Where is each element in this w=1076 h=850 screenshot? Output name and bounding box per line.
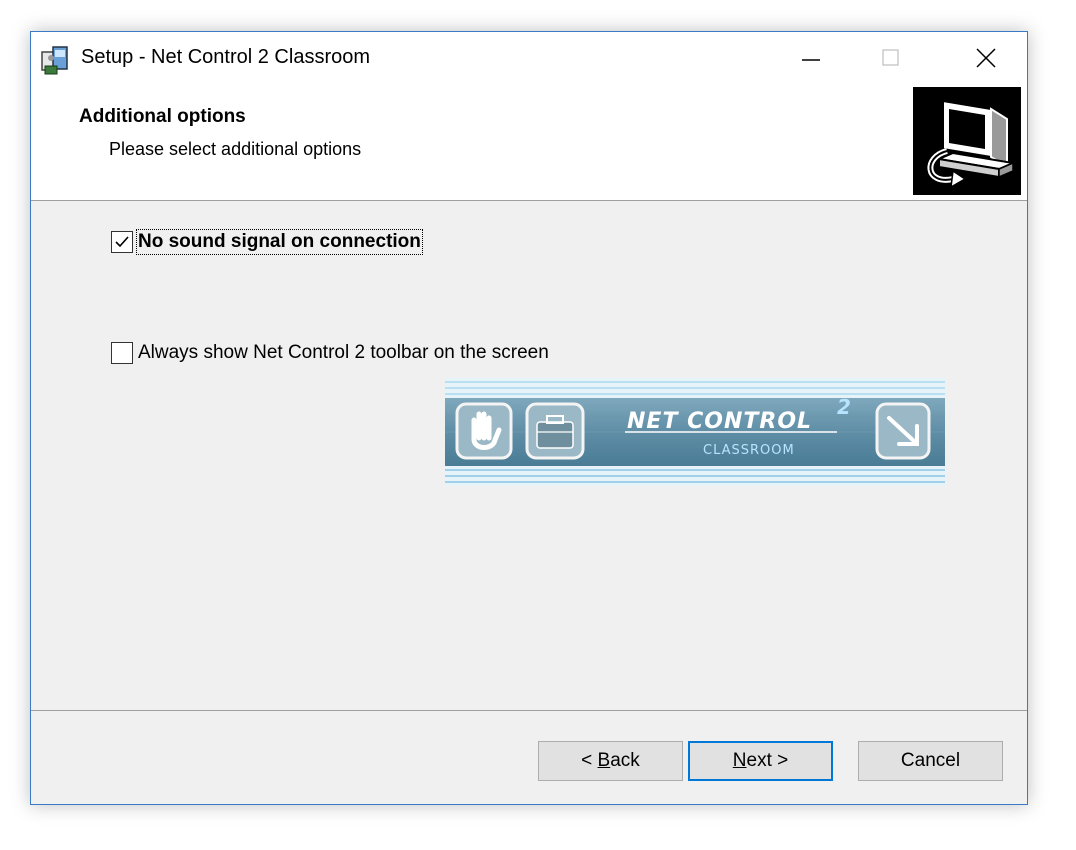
maximize-button[interactable] bbox=[861, 32, 921, 84]
briefcase-icon bbox=[525, 402, 585, 460]
brand-superscript: 2 bbox=[837, 395, 851, 419]
setup-app-icon bbox=[41, 46, 68, 75]
cancel-button[interactable]: Cancel bbox=[858, 741, 1003, 781]
back-prefix: < bbox=[581, 750, 598, 771]
option-no-sound-signal[interactable]: No sound signal on connection bbox=[111, 229, 423, 255]
title-bar[interactable]: Setup - Net Control 2 Classroom bbox=[31, 32, 1027, 84]
back-accel: B bbox=[597, 750, 611, 771]
next-accel: N bbox=[732, 750, 747, 771]
next-rest: ext > bbox=[746, 750, 789, 771]
brand-name: Net Control bbox=[627, 409, 812, 434]
minimize-button[interactable] bbox=[781, 32, 841, 84]
wizard-header: Additional options Please select additio… bbox=[31, 84, 1027, 201]
minimize-icon bbox=[802, 59, 820, 61]
option-always-show-toolbar[interactable]: Always show Net Control 2 toolbar on the… bbox=[111, 342, 549, 364]
footer-divider bbox=[31, 710, 1027, 711]
no-sound-label[interactable]: No sound signal on connection bbox=[136, 229, 423, 255]
raise-hand-icon bbox=[455, 402, 513, 460]
toolbar-preview-image: Net Control 2 CLASSROOM bbox=[445, 378, 945, 486]
back-button[interactable]: < Back bbox=[538, 741, 683, 781]
close-button[interactable] bbox=[956, 32, 1016, 84]
always-show-toolbar-checkbox[interactable] bbox=[111, 342, 133, 364]
page-title: Additional options bbox=[79, 106, 246, 127]
next-button[interactable]: Next > bbox=[688, 741, 833, 781]
arrow-down-right-icon bbox=[875, 402, 931, 460]
always-show-toolbar-label[interactable]: Always show Net Control 2 toolbar on the… bbox=[138, 342, 549, 364]
window-title: Setup - Net Control 2 Classroom bbox=[81, 46, 371, 68]
brand-subtitle: CLASSROOM bbox=[703, 443, 795, 458]
page-subtitle: Please select additional options bbox=[109, 139, 362, 159]
back-rest: ack bbox=[610, 750, 640, 771]
computer-install-icon bbox=[913, 87, 1021, 195]
no-sound-checkbox[interactable] bbox=[111, 231, 133, 253]
checkmark-icon bbox=[115, 236, 129, 248]
setup-window: Setup - Net Control 2 Classroom Addition… bbox=[30, 31, 1028, 805]
close-icon bbox=[976, 48, 996, 68]
maximize-icon bbox=[882, 49, 899, 66]
